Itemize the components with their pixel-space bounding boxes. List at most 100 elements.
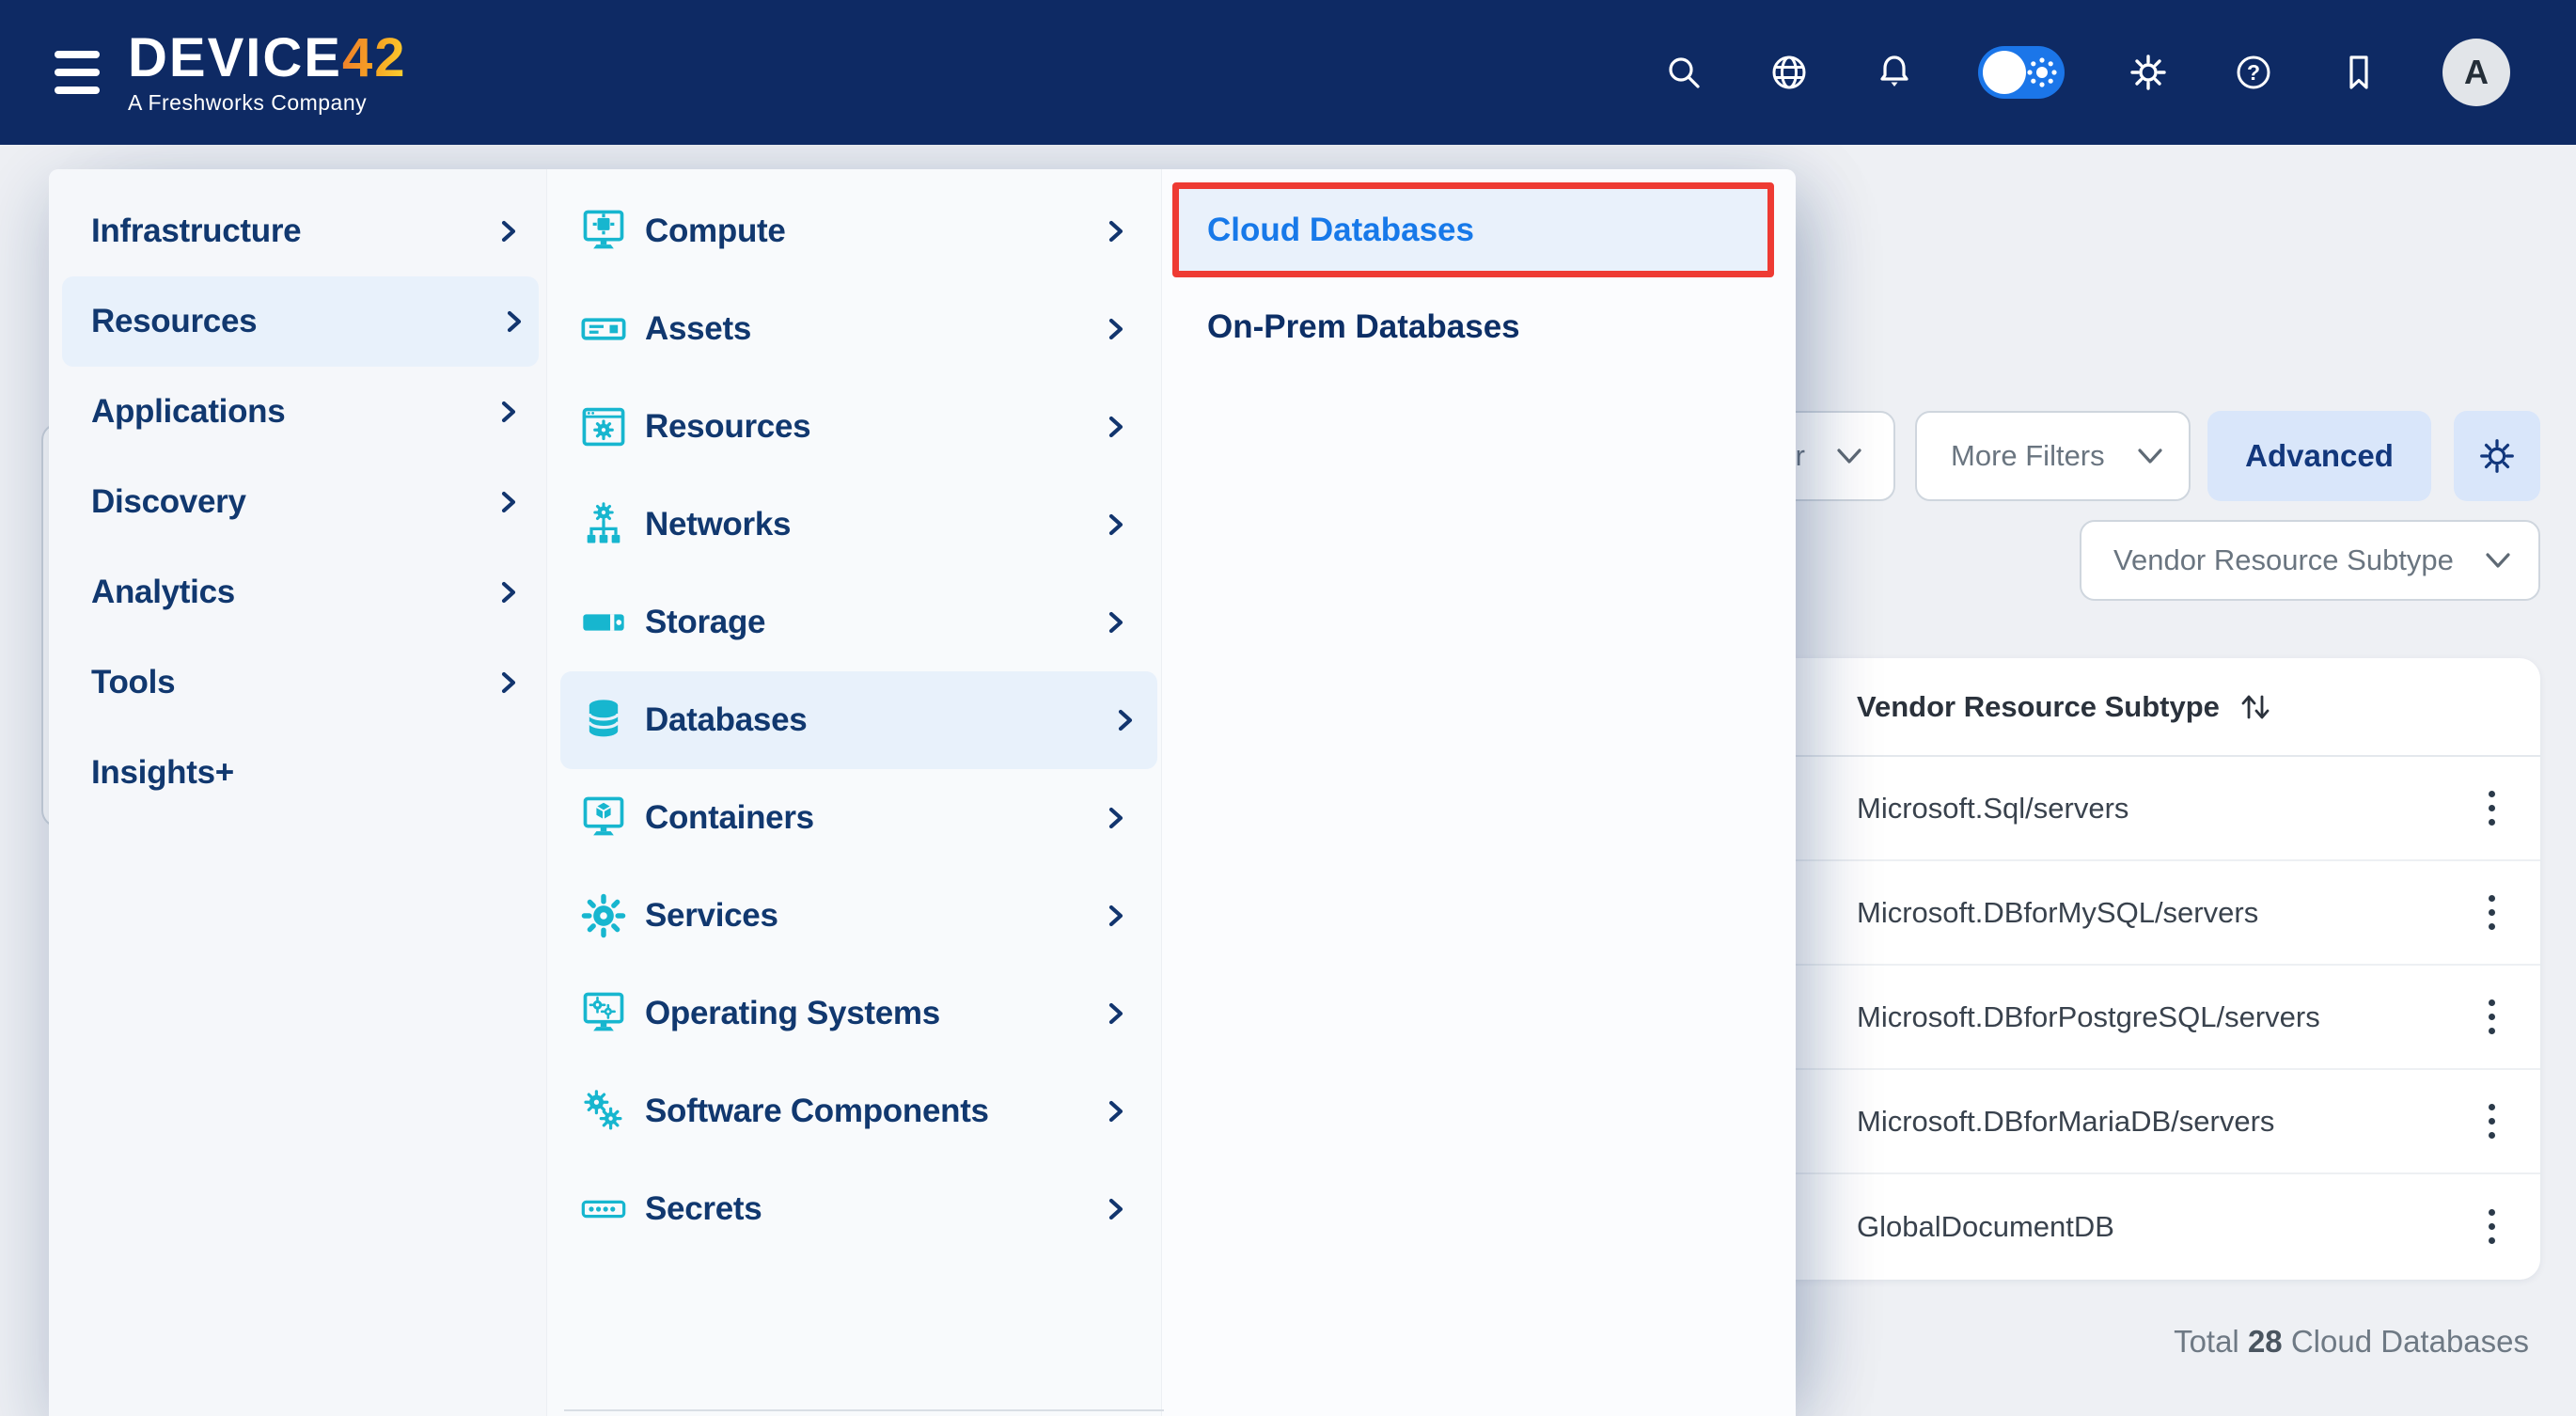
chevron-right-icon (497, 490, 520, 514)
secrets-icon (579, 1185, 628, 1234)
row-actions-kebab-icon[interactable] (2481, 888, 2503, 937)
menu-item-analytics[interactable]: Analytics (49, 547, 546, 637)
advanced-button[interactable]: Advanced (2207, 411, 2431, 501)
chevron-right-icon (503, 309, 526, 334)
menu-item-assets[interactable]: Assets (547, 280, 1161, 378)
column-header-vendor-resource-subtype[interactable]: Vendor Resource Subtype (1749, 658, 2540, 757)
menu-column-level1: Infrastructure Resources Applications Di… (49, 169, 546, 1416)
bookmark-icon[interactable] (2337, 51, 2380, 94)
menu-item-label: On-Prem Databases (1207, 308, 1520, 346)
menu-column-level3: Cloud Databases On-Prem Databases (1161, 169, 1796, 1416)
menu-item-label: Insights+ (91, 754, 234, 792)
resources-icon (579, 402, 628, 451)
column-header-label: Vendor Resource Subtype (1857, 690, 2220, 724)
menu-item-label: Compute (645, 212, 786, 250)
operating-systems-icon (579, 989, 628, 1038)
bell-icon[interactable] (1873, 51, 1916, 94)
row-actions-kebab-icon[interactable] (2481, 992, 2503, 1042)
table-row: GlobalDocumentDB (1749, 1174, 2540, 1279)
search-icon[interactable] (1662, 51, 1705, 94)
brand-name: DEVICE (128, 27, 342, 88)
chevron-down-icon (1835, 446, 1863, 466)
assets-icon (579, 305, 628, 354)
menu-item-tools[interactable]: Tools (49, 637, 546, 728)
globe-icon[interactable] (1767, 51, 1811, 94)
table-row: Microsoft.DBforPostgreSQL/servers (1749, 966, 2540, 1070)
table-row: Microsoft.DBforMySQL/servers (1749, 861, 2540, 966)
more-filters-label: More Filters (1951, 439, 2105, 473)
total-suffix: Cloud Databases (2291, 1324, 2529, 1359)
chevron-right-icon (1105, 317, 1127, 341)
total-prefix: Total (2174, 1324, 2239, 1359)
menu-item-label: Infrastructure (91, 212, 301, 250)
sort-icon (2237, 692, 2274, 722)
gear-icon[interactable] (2127, 51, 2170, 94)
chevron-right-icon (1105, 415, 1127, 439)
chevron-right-icon (1105, 1197, 1127, 1221)
brand-accent: 42 (342, 27, 407, 88)
menu-item-services[interactable]: Services (547, 867, 1161, 965)
help-icon[interactable]: ? (2232, 51, 2275, 94)
menu-item-label: Networks (645, 506, 791, 543)
chevron-right-icon (497, 580, 520, 605)
more-filters-dropdown[interactable]: More Filters (1915, 411, 2191, 501)
header-actions: ? A (1662, 39, 2510, 106)
cell-vendor-resource-subtype: Microsoft.Sql/servers (1857, 792, 2128, 826)
menu-item-label: Analytics (91, 574, 235, 611)
menu-item-discovery[interactable]: Discovery (49, 457, 546, 547)
cloud-databases-table: Vendor Resource Subtype Microsoft.Sql/se… (1749, 658, 2540, 1280)
menu-item-label: Containers (645, 799, 814, 837)
menu-item-compute[interactable]: Compute (547, 182, 1161, 280)
user-avatar[interactable]: A (2442, 39, 2510, 106)
menu-item-applications[interactable]: Applications (49, 367, 546, 457)
menu-item-label: Services (645, 897, 778, 935)
cell-vendor-resource-subtype: Microsoft.DBforPostgreSQL/servers (1857, 1000, 2320, 1034)
cell-vendor-resource-subtype: GlobalDocumentDB (1857, 1210, 2114, 1244)
software-components-icon (579, 1087, 628, 1136)
table-row: Microsoft.Sql/servers (1749, 757, 2540, 861)
menu-item-label: Databases (645, 701, 807, 739)
row-actions-kebab-icon[interactable] (2481, 1096, 2503, 1146)
theme-toggle[interactable] (1978, 46, 2065, 99)
menu-item-on-prem-databases[interactable]: On-Prem Databases (1162, 279, 1796, 374)
table-settings-button[interactable] (2454, 411, 2540, 501)
menu-item-insights-plus[interactable]: Insights+ (49, 728, 546, 818)
menu-item-resources-sub[interactable]: Resources (547, 378, 1161, 476)
menu-item-software-components[interactable]: Software Components (547, 1062, 1161, 1160)
chevron-right-icon (1105, 1099, 1127, 1124)
menu-item-resources[interactable]: Resources (62, 276, 539, 367)
menu-item-databases[interactable]: Databases (560, 671, 1157, 769)
gear-icon (2476, 435, 2518, 477)
menu-column-level2: Compute Assets Resources Networks (546, 169, 1161, 1416)
chevron-right-icon (1105, 806, 1127, 830)
menu-item-infrastructure[interactable]: Infrastructure (49, 186, 546, 276)
toggle-knob (1983, 51, 2026, 94)
services-icon (579, 891, 628, 940)
hamburger-menu-icon[interactable] (55, 51, 100, 94)
mega-menu: Infrastructure Resources Applications Di… (49, 169, 1796, 1416)
row-actions-kebab-icon[interactable] (2481, 1202, 2503, 1251)
menu-item-cloud-databases[interactable]: Cloud Databases (1172, 182, 1774, 277)
column-filter-dropdown[interactable]: Vendor Resource Subtype (2080, 520, 2540, 601)
menu-item-label: Assets (645, 310, 751, 348)
menu-item-label: Cloud Databases (1207, 212, 1474, 249)
chevron-right-icon (1105, 610, 1127, 635)
chevron-right-icon (497, 219, 520, 244)
menu-item-label: Operating Systems (645, 995, 940, 1032)
total-count: 28 (2248, 1324, 2283, 1359)
menu-item-operating-systems[interactable]: Operating Systems (547, 965, 1161, 1062)
menu-item-label: Software Components (645, 1093, 989, 1130)
chevron-right-icon (497, 400, 520, 424)
cell-vendor-resource-subtype: Microsoft.DBforMySQL/servers (1857, 896, 2258, 930)
storage-icon (579, 598, 628, 647)
chevron-right-icon (1105, 219, 1127, 244)
menu-item-secrets[interactable]: Secrets (547, 1160, 1161, 1258)
menu-item-networks[interactable]: Networks (547, 476, 1161, 574)
chevron-down-icon (2484, 550, 2512, 571)
chevron-right-icon (1105, 1001, 1127, 1026)
menu-item-storage[interactable]: Storage (547, 574, 1161, 671)
menu-item-label: Applications (91, 393, 285, 431)
sun-icon (2026, 56, 2058, 88)
row-actions-kebab-icon[interactable] (2481, 783, 2503, 833)
menu-item-containers[interactable]: Containers (547, 769, 1161, 867)
